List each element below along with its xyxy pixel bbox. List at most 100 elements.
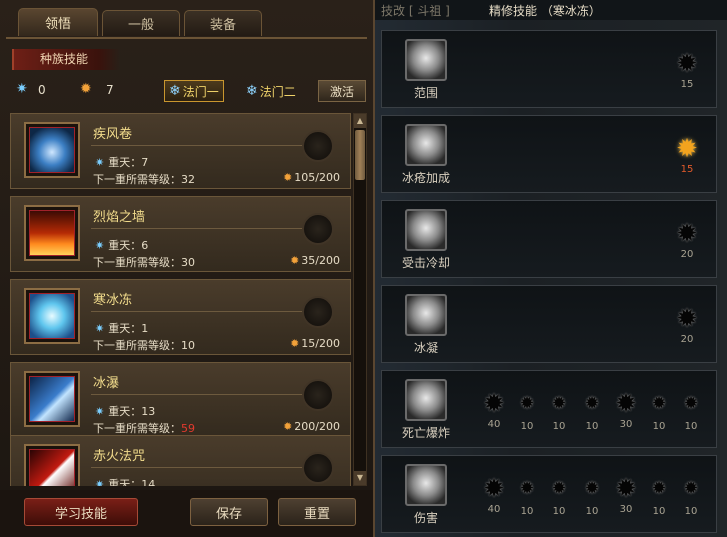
- refine-node-value: 20: [680, 249, 694, 260]
- skill-list-scrollbar[interactable]: ▲ ▼: [353, 113, 367, 486]
- req-prefix: 下一重所需等级：: [93, 422, 181, 435]
- refine-node[interactable]: ✹ 15: [672, 51, 702, 90]
- ice-skill-icon: [405, 209, 447, 251]
- skill-slot[interactable]: [302, 213, 334, 245]
- tab-comprehend[interactable]: 领悟: [18, 8, 98, 36]
- snowflake-icon: ❄: [169, 83, 181, 99]
- req-level: 32: [181, 173, 195, 186]
- skill-icon-frame: [24, 371, 80, 427]
- learn-skill-button[interactable]: 学习技能: [24, 498, 138, 526]
- refine-row: 范围 ✹ 15: [381, 30, 717, 108]
- tab-bar: 领悟 一般 装备: [18, 8, 262, 36]
- method-two-label: 法门二: [259, 84, 296, 99]
- refine-panel: 技改 [ 斗祖 ] 精修技能 （寒冰冻） 范围 ✹ 15 冰疮加成 ✹ 15 受击冷却 ✹ 20…: [375, 0, 727, 537]
- refine-node-value: 15: [680, 164, 694, 175]
- skill-rank: ✷ 重天：14: [95, 476, 155, 486]
- skill-icon-frame: [24, 288, 80, 344]
- skill-name: 寒冰冻: [93, 293, 133, 308]
- scroll-up-icon[interactable]: ▲: [354, 114, 366, 128]
- skill-slot[interactable]: [302, 452, 334, 484]
- refine-label: 受击冷却: [401, 256, 450, 270]
- skill-slot[interactable]: [302, 379, 334, 411]
- refine-node-value: 10: [552, 506, 566, 517]
- rank-icon: ✷: [95, 478, 105, 486]
- skill-row[interactable]: 赤火法咒 ✷ 重天：14: [10, 435, 351, 486]
- divider: [91, 145, 308, 146]
- refine-star-icon: ✹: [615, 389, 637, 419]
- refine-node[interactable]: ✹ 10: [647, 480, 671, 518]
- skill-rank-label: 重天：1: [108, 322, 149, 335]
- rank-icon: ✷: [95, 405, 105, 418]
- tab-divider: [6, 37, 367, 39]
- refine-node[interactable]: ✹ 10: [547, 395, 571, 433]
- refine-label: 冰凝: [413, 341, 438, 355]
- refine-star-icon: ✹: [651, 393, 667, 414]
- refine-node-value: 10: [652, 506, 666, 517]
- refine-node-value: 15: [680, 79, 694, 90]
- refine-node[interactable]: ✹ 10: [580, 480, 604, 518]
- refine-star-icon: ✹: [551, 478, 567, 499]
- ice-crystal-skill-icon: [29, 293, 75, 339]
- ice-point-icon: ✷: [16, 81, 28, 97]
- refine-node[interactable]: ✹ 20: [672, 221, 702, 260]
- skill-name: 赤火法咒: [93, 449, 146, 464]
- refine-row: 死亡爆炸 ✹ 40 ✹ 10 ✹ 10 ✹ 10 ✹ 30 ✹ 10 ✹ 10: [381, 370, 717, 448]
- refine-title-left: 技改 [ 斗祖 ]: [381, 4, 450, 18]
- skill-cost: ✹ 35/200: [290, 254, 340, 267]
- refine-node[interactable]: ✹ 10: [679, 478, 703, 518]
- refine-node-value: 10: [585, 506, 599, 517]
- refine-node[interactable]: ✹ 30: [614, 391, 638, 430]
- skill-row[interactable]: 烈焰之墙 ✷ 重天：6 下一重所需等级：30 ✹ 35/200: [10, 196, 351, 272]
- refine-star-icon: ✹: [519, 393, 535, 414]
- refine-node[interactable]: ✹ 10: [547, 478, 571, 518]
- refine-node-value: 30: [619, 419, 633, 430]
- refine-node[interactable]: ✹ 10: [580, 393, 604, 433]
- method-two-button[interactable]: ❄ 法门二: [242, 80, 300, 102]
- skill-name: 烈焰之墙: [93, 210, 146, 225]
- scroll-down-icon[interactable]: ▼: [354, 471, 366, 485]
- skill-row[interactable]: 寒冰冻 ✷ 重天：1 下一重所需等级：10 ✹ 15/200: [10, 279, 351, 355]
- skill-row[interactable]: 疾风卷 ✷ 重天：7 下一重所需等级：32 ✹ 105/200: [10, 113, 351, 189]
- method-one-label: 法门一: [182, 84, 219, 99]
- refine-node-value: 10: [684, 506, 698, 517]
- divider: [91, 311, 308, 312]
- activate-button[interactable]: 激活: [318, 80, 366, 102]
- method-one-button[interactable]: ❄ 法门一: [164, 80, 224, 102]
- refine-node[interactable]: ✹ 10: [515, 480, 539, 518]
- skill-rank: ✷ 重天：1: [95, 320, 148, 336]
- skill-name: 疾风卷: [93, 127, 133, 142]
- refine-star-icon: ✹: [683, 393, 699, 414]
- skill-icon-frame: [24, 122, 80, 178]
- refine-node[interactable]: ✹ 10: [515, 393, 539, 433]
- save-button[interactable]: 保存: [190, 498, 268, 526]
- skill-slot[interactable]: [302, 296, 334, 328]
- refine-star-icon: ✹: [676, 134, 698, 164]
- tab-general[interactable]: 一般: [102, 10, 180, 36]
- refine-node-value: 10: [520, 421, 534, 432]
- skill-slot[interactable]: [302, 130, 334, 162]
- skill-name: 冰瀑: [93, 376, 120, 391]
- refine-star-icon: ✹: [683, 478, 699, 499]
- refine-node[interactable]: ✹ 30: [614, 476, 638, 515]
- skill-cost: ✹ 200/200: [283, 420, 340, 433]
- refine-node[interactable]: ✹ 10: [679, 393, 703, 433]
- action-bar: 学习技能 保存 重置: [0, 490, 373, 537]
- refine-star-icon: ✹: [676, 219, 698, 249]
- refine-star-icon: ✹: [483, 389, 505, 419]
- refine-node[interactable]: ✹ 40: [482, 391, 506, 430]
- refine-node[interactable]: ✹ 15: [672, 136, 702, 175]
- refine-star-icon: ✹: [584, 393, 600, 414]
- tab-equipment[interactable]: 装备: [184, 10, 262, 36]
- skill-requirement: 下一重所需等级：30: [93, 254, 195, 270]
- skill-row[interactable]: 冰瀑 ✷ 重天：13 下一重所需等级：59 ✹ 200/200: [10, 362, 351, 438]
- firewall-skill-icon: [29, 210, 75, 256]
- scroll-thumb[interactable]: [355, 130, 365, 180]
- refine-node[interactable]: ✹ 40: [482, 476, 506, 515]
- ice-skill-icon: [405, 379, 447, 421]
- reset-button[interactable]: 重置: [278, 498, 356, 526]
- refine-node[interactable]: ✹ 10: [647, 393, 671, 433]
- refine-star-icon: ✹: [676, 49, 698, 79]
- refine-node[interactable]: ✹ 20: [672, 306, 702, 345]
- refine-title-bar: 技改 [ 斗祖 ] 精修技能 （寒冰冻）: [375, 0, 727, 20]
- skill-requirement: 下一重所需等级：32: [93, 171, 195, 187]
